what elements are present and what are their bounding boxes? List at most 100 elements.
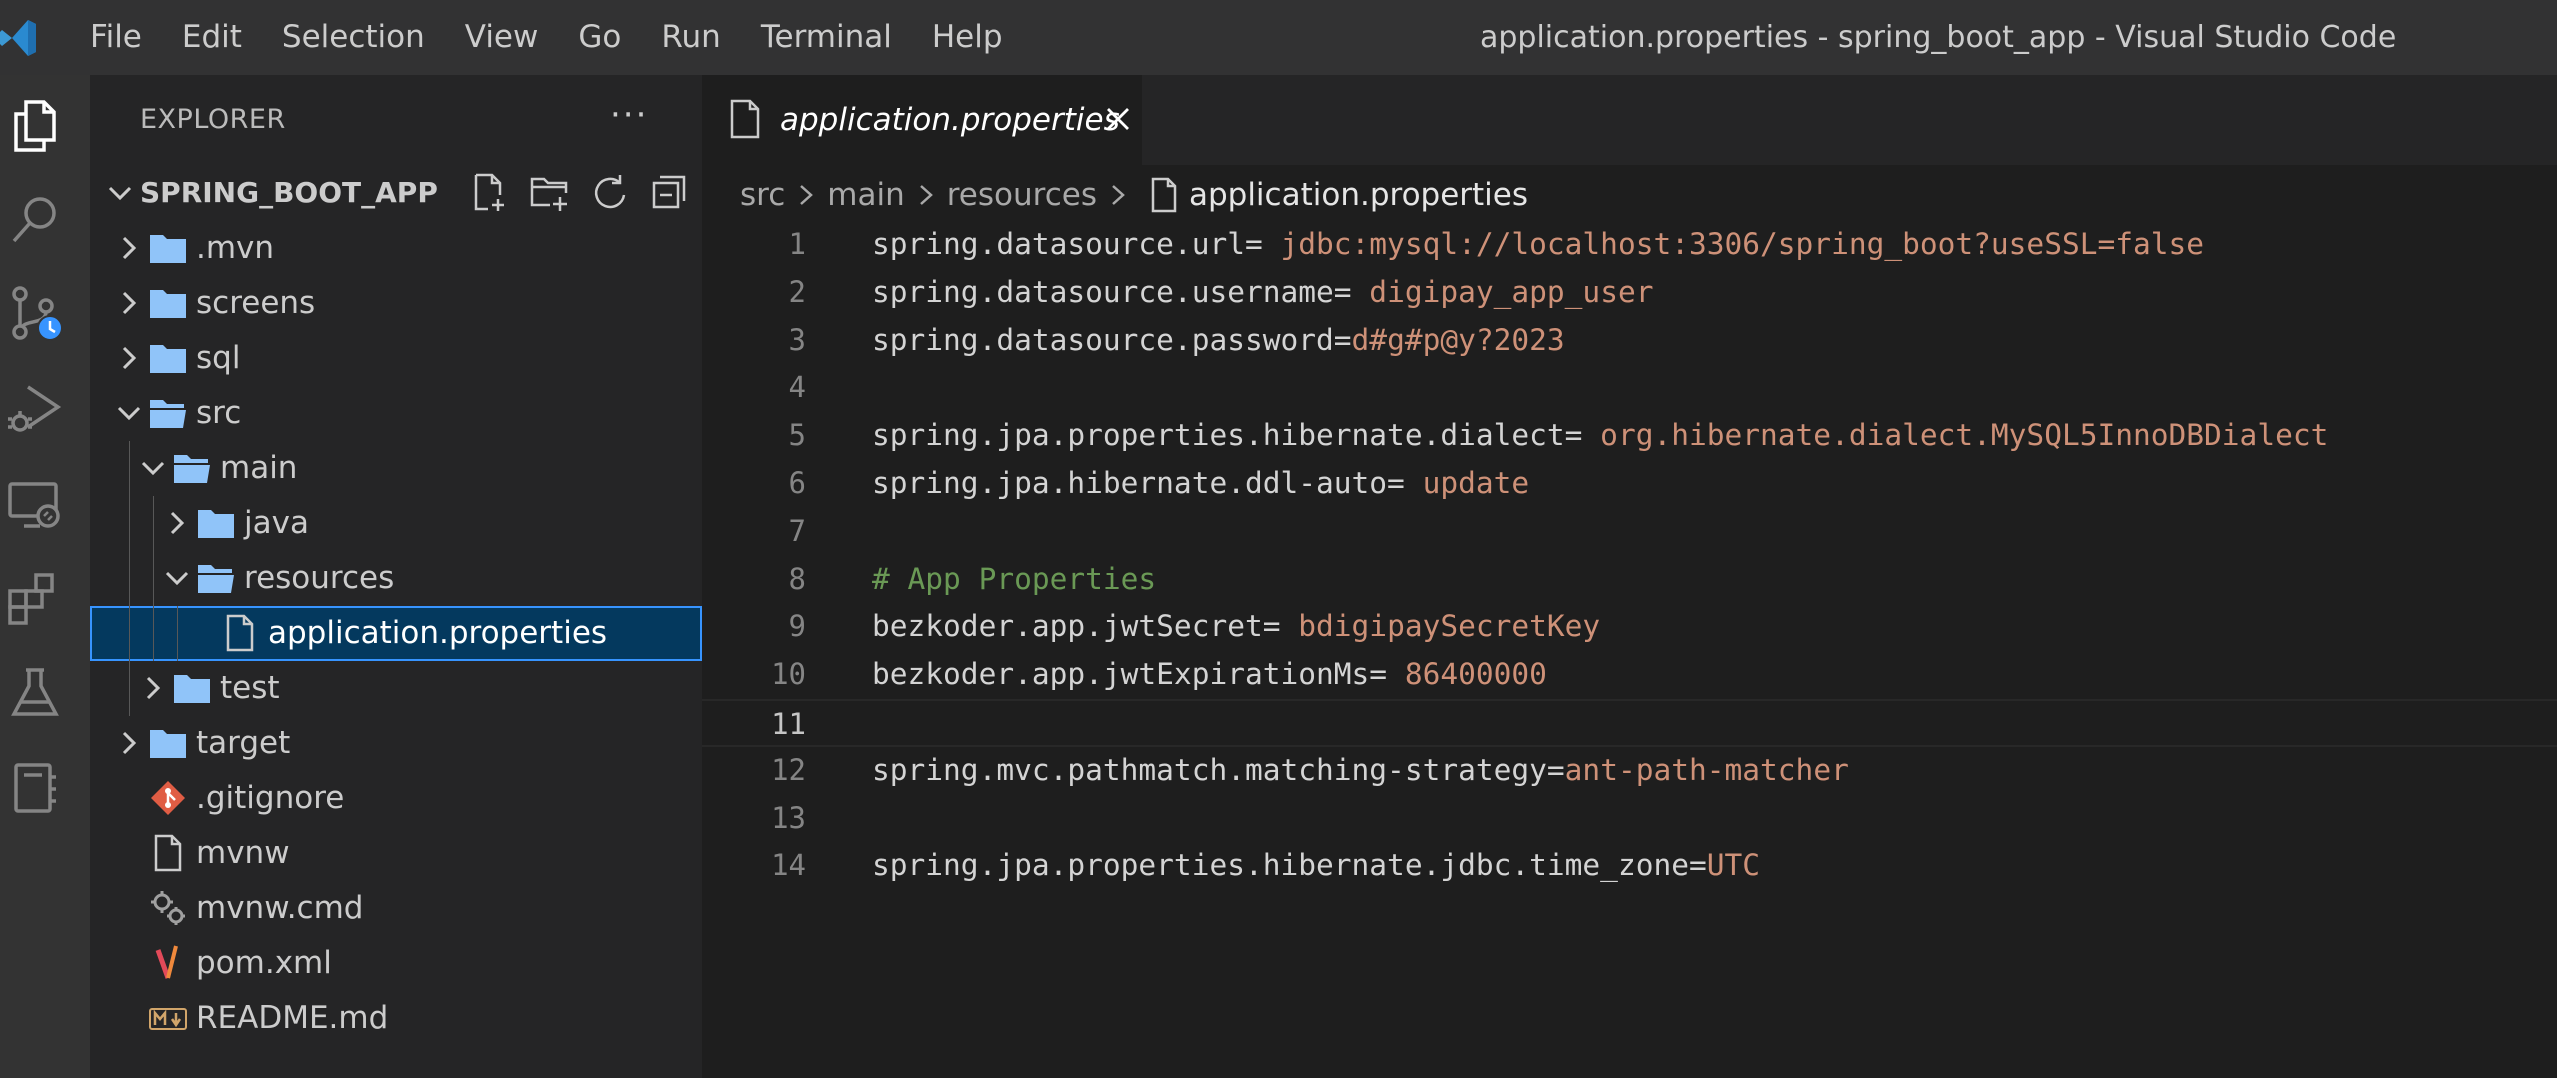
tree-file[interactable]: mvnw.cmd [90, 881, 702, 936]
code-line[interactable]: 12 spring.mvc.pathmatch.matching-strategy… [702, 747, 2557, 795]
code-comment: # App Properties [872, 561, 1157, 596]
indent-guide [129, 661, 130, 716]
tree-item-label: mvnw [196, 835, 290, 871]
tree-folder[interactable]: screens [90, 276, 702, 331]
indent-guide [129, 606, 130, 661]
chevron-right-icon[interactable] [112, 231, 146, 265]
code-editor[interactable]: 1 spring.datasource.url= jdbc:mysql://loc… [702, 221, 2557, 890]
tree-file[interactable]: README.md [90, 991, 702, 1046]
tree-item-label: mvnw.cmd [196, 890, 364, 926]
tree-folder[interactable]: src [90, 386, 702, 441]
breadcrumb-item[interactable]: main [827, 177, 904, 213]
tree-folder[interactable]: .mvn [90, 221, 702, 276]
code-line[interactable]: 6 spring.jpa.hibernate.ddl-auto= update [702, 460, 2557, 508]
line-number: 8 [788, 561, 806, 596]
code-line[interactable]: 2 spring.datasource.username= digipay_app… [702, 269, 2557, 317]
menu-view[interactable]: View [445, 0, 559, 75]
more-actions-icon[interactable]: ··· [610, 95, 648, 135]
line-number: 5 [788, 418, 806, 453]
tree-item-label: java [244, 505, 309, 541]
breadcrumb-item[interactable]: resources [947, 177, 1097, 213]
chevron-right-icon[interactable] [160, 506, 194, 540]
tree-item-label: pom.xml [196, 945, 332, 981]
refresh-icon[interactable] [588, 171, 630, 213]
code-line[interactable]: 10 bezkoder.app.jwtExpirationMs= 86400000 [702, 651, 2557, 699]
code-line[interactable]: 7 [702, 508, 2557, 556]
breadcrumb-file[interactable]: application.properties [1189, 177, 1528, 213]
menu-help[interactable]: Help [912, 0, 1023, 75]
code-line[interactable]: 14 spring.jpa.properties.hibernate.jdbc.t… [702, 842, 2557, 890]
remote-explorer-icon[interactable] [0, 463, 70, 543]
extensions-icon[interactable] [0, 558, 70, 638]
property-value: jdbc:mysql://localhost:3306/spring_boot?… [1262, 227, 2205, 261]
code-text: bezkoder.app.jwtSecret= bdigipaySecretKe… [872, 603, 1600, 651]
tree-folder[interactable]: target [90, 716, 702, 771]
code-line[interactable]: 8 # App Properties [702, 556, 2557, 604]
tree-file[interactable]: application.properties [90, 606, 702, 661]
tree-file[interactable]: mvnw [90, 826, 702, 881]
menu-file[interactable]: File [70, 0, 162, 75]
close-icon[interactable] [1102, 103, 1134, 135]
property-key: spring.mvc.pathmatch.matching-strategy= [872, 752, 1565, 787]
folder-icon [148, 339, 188, 377]
testing-icon[interactable] [0, 653, 70, 733]
tree-folder[interactable]: resources [90, 551, 702, 606]
tree-folder[interactable]: sql [90, 331, 702, 386]
code-line[interactable]: 1 spring.datasource.url= jdbc:mysql://loc… [702, 221, 2557, 269]
search-icon[interactable] [0, 180, 70, 260]
menu-go[interactable]: Go [558, 0, 641, 75]
chevron-right-icon [1103, 180, 1133, 210]
folder-open-icon [172, 449, 212, 487]
property-value: bdigipaySecretKey [1280, 609, 1601, 644]
code-line[interactable]: 4 [702, 364, 2557, 412]
collapse-all-icon[interactable] [648, 171, 690, 213]
property-value: d#g#p@y?2023 [1351, 322, 1565, 357]
code-text: spring.jpa.properties.hibernate.jdbc.tim… [872, 842, 1760, 890]
line-number: 2 [788, 274, 806, 309]
chevron-right-icon[interactable] [136, 671, 170, 705]
chevron-right-icon[interactable] [112, 341, 146, 375]
menu-run[interactable]: Run [641, 0, 740, 75]
property-key: spring.datasource.url= [872, 227, 1263, 261]
tree-folder[interactable]: test [90, 661, 702, 716]
tree-item-label: .gitignore [196, 780, 345, 816]
maven-icon [148, 944, 188, 982]
tree-folder[interactable]: main [90, 441, 702, 496]
property-value: UTC [1706, 848, 1761, 883]
tree-file[interactable]: .gitignore [90, 771, 702, 826]
code-line[interactable]: 13 [702, 795, 2557, 843]
new-folder-icon[interactable] [528, 171, 570, 213]
chevron-down-icon[interactable] [112, 396, 146, 430]
chevron-right-icon[interactable] [112, 286, 146, 320]
tree-folder[interactable]: java [90, 496, 702, 551]
code-line[interactable]: 3 spring.datasource.password=d#g#p@y?2023 [702, 317, 2557, 365]
line-number: 14 [771, 848, 806, 883]
code-line[interactable]: 9 bezkoder.app.jwtSecret= bdigipaySecretK… [702, 603, 2557, 651]
code-line[interactable]: 11 [702, 698, 2557, 747]
tab-application-properties[interactable]: application.properties [702, 75, 1142, 165]
code-text: spring.datasource.password=d#g#p@y?2023 [872, 317, 1565, 365]
code-line[interactable]: 5 spring.jpa.properties.hibernate.dialect… [702, 412, 2557, 460]
workspace-folder-header[interactable]: SPRING_BOOT_APP [90, 165, 702, 221]
menu-edit[interactable]: Edit [162, 0, 262, 75]
folder-actions [468, 171, 690, 213]
chevron-down-icon[interactable] [136, 451, 170, 485]
notebook-icon[interactable] [0, 748, 70, 828]
breadcrumb-item[interactable]: src [740, 177, 785, 213]
indent-guide [153, 496, 154, 551]
chevron-down-icon[interactable] [160, 561, 194, 595]
property-value: update [1404, 465, 1530, 500]
run-debug-icon[interactable] [0, 368, 70, 448]
source-control-icon[interactable] [0, 273, 70, 353]
gear-icon [148, 889, 188, 927]
window-title: application.properties - spring_boot_app… [1480, 20, 2397, 55]
file-tree: .mvn screens sql src main java resources applic… [90, 221, 702, 1046]
chevron-right-icon[interactable] [112, 726, 146, 760]
menu-selection[interactable]: Selection [262, 0, 445, 75]
git-icon [148, 779, 188, 817]
tree-file[interactable]: pom.xml [90, 936, 702, 991]
menu-terminal[interactable]: Terminal [741, 0, 912, 75]
new-file-icon[interactable] [468, 171, 510, 213]
explorer-icon[interactable] [0, 85, 70, 165]
line-number: 1 [788, 227, 806, 261]
